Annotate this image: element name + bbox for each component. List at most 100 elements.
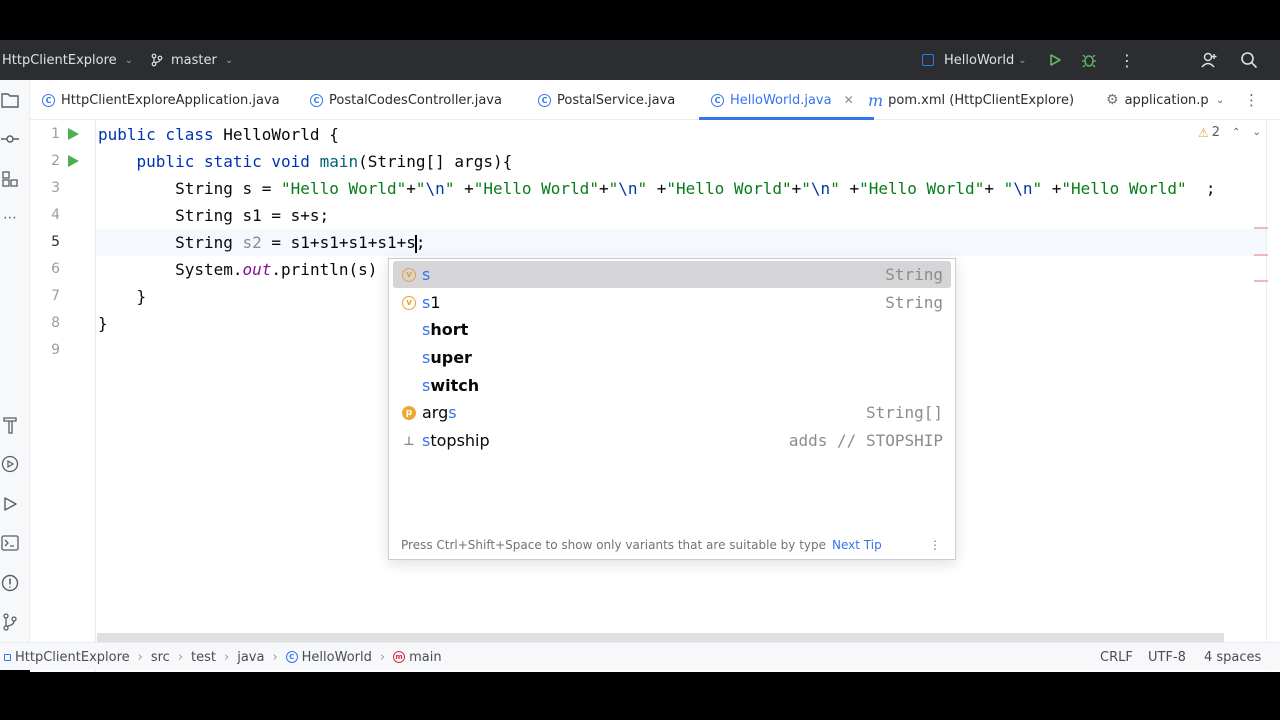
line-number: 7 bbox=[51, 288, 60, 304]
method-icon: m bbox=[393, 651, 406, 663]
close-icon[interactable]: ✕ bbox=[844, 93, 854, 107]
tab-label: PostalCodesController.java bbox=[329, 92, 502, 108]
code-with-me-button[interactable] bbox=[1200, 40, 1218, 80]
completion-options-button[interactable]: ⋮ bbox=[929, 538, 941, 552]
branch-selector[interactable]: master ⌄ bbox=[150, 40, 233, 80]
chevron-up-icon[interactable]: ⌃ bbox=[1232, 127, 1240, 138]
config-icon bbox=[922, 54, 934, 66]
tab-pom-xml[interactable]: m pom.xml (HttpClientExplore) bbox=[868, 80, 1074, 120]
variable-icon: v bbox=[402, 267, 416, 282]
bug-icon bbox=[1082, 54, 1096, 68]
commit-icon[interactable] bbox=[0, 129, 20, 149]
line-number: 8 bbox=[51, 315, 60, 331]
line-number: 2 bbox=[51, 153, 60, 169]
class-icon: C bbox=[310, 93, 323, 107]
text-caret bbox=[414, 234, 417, 253]
run-icon bbox=[1050, 54, 1061, 66]
breadcrumb-item[interactable]: HttpClientExplore bbox=[15, 650, 130, 665]
status-bar: HttpClientExplore › src › test › java › … bbox=[0, 642, 1280, 670]
code-line-6: System.out.println(s) bbox=[98, 260, 378, 279]
search-button[interactable] bbox=[1240, 40, 1258, 80]
breadcrumb-item[interactable]: src bbox=[151, 650, 170, 665]
breadcrumb-item[interactable]: main bbox=[409, 650, 441, 665]
code-line-4: String s1 = s+s; bbox=[98, 206, 330, 225]
completion-rest: uper bbox=[430, 348, 472, 367]
completion-item-s[interactable]: v s String bbox=[393, 261, 951, 288]
tabs-more-button[interactable]: ⋮ bbox=[1244, 80, 1259, 120]
build-hammer-icon[interactable] bbox=[0, 415, 20, 435]
debug-button[interactable] bbox=[1081, 40, 1097, 80]
completion-rest: topship bbox=[430, 431, 490, 450]
code-line-8: } bbox=[98, 314, 108, 333]
breadcrumb-item[interactable]: HelloWorld bbox=[302, 650, 372, 665]
branch-name: master bbox=[171, 52, 217, 68]
completion-match: s bbox=[448, 403, 457, 422]
search-icon bbox=[1241, 52, 1258, 69]
tab-application-properties[interactable]: ⚙ application.p bbox=[1106, 80, 1209, 120]
gear-icon: ⚙ bbox=[1106, 92, 1119, 108]
completion-tip: Press Ctrl+Shift+Space to show only vari… bbox=[401, 538, 882, 552]
more-tools-icon[interactable]: ⋯ bbox=[0, 208, 20, 228]
tab-label: HelloWorld.java bbox=[730, 92, 832, 108]
tab-helloworld[interactable]: C HelloWorld.java ✕ bbox=[699, 80, 874, 120]
completion-item-short[interactable]: short bbox=[393, 316, 951, 343]
line-number: 5 bbox=[51, 234, 60, 250]
completion-type: String[] bbox=[865, 403, 943, 422]
tabs-dropdown-button[interactable]: ⌄ bbox=[1216, 80, 1224, 120]
more-actions-button[interactable]: ⋮ bbox=[1119, 40, 1135, 80]
editor-tabs: C HttpClientExploreApplication.java C Po… bbox=[30, 80, 1280, 120]
tab-label: HttpClientExploreApplication.java bbox=[61, 92, 280, 108]
run-gutter-icon[interactable] bbox=[68, 155, 79, 167]
error-stripe-mark[interactable] bbox=[1254, 227, 1268, 229]
variable-icon: v bbox=[402, 295, 416, 310]
tab-httpclientexploreapplication[interactable]: C HttpClientExploreApplication.java bbox=[42, 80, 280, 120]
chevron-right-icon: › bbox=[224, 649, 230, 665]
project-folder-icon[interactable] bbox=[0, 90, 20, 110]
encoding-selector[interactable]: UTF-8 bbox=[1148, 643, 1186, 671]
chevron-down-icon[interactable]: ⌄ bbox=[1252, 127, 1260, 138]
class-icon: C bbox=[711, 93, 724, 107]
completion-item-stopship[interactable]: ⊥ stopship adds // STOPSHIP bbox=[393, 427, 951, 454]
add-user-icon bbox=[1201, 52, 1217, 68]
tab-label: pom.xml (HttpClientExplore) bbox=[888, 92, 1075, 108]
breadcrumb-item[interactable]: test bbox=[191, 650, 216, 665]
completion-type: adds // STOPSHIP bbox=[788, 431, 943, 450]
breadcrumb-item[interactable]: java bbox=[237, 650, 264, 665]
problems-icon[interactable] bbox=[0, 573, 20, 593]
completion-match: s bbox=[422, 265, 431, 284]
structure-icon[interactable] bbox=[0, 169, 20, 189]
line-ending-selector[interactable]: CRLF bbox=[1100, 643, 1133, 671]
services-icon[interactable] bbox=[0, 454, 20, 474]
class-icon: C bbox=[538, 93, 551, 107]
tab-postalcodescontroller[interactable]: C PostalCodesController.java bbox=[310, 80, 502, 120]
completion-item-s1[interactable]: v s1 String bbox=[393, 289, 951, 316]
completion-item-switch[interactable]: switch bbox=[393, 372, 951, 399]
completion-rest: hort bbox=[430, 320, 469, 339]
run-gutter-icon[interactable] bbox=[68, 128, 79, 140]
indent-selector[interactable]: 4 spaces bbox=[1204, 643, 1261, 671]
code-line-7: } bbox=[98, 287, 147, 306]
line-number: 3 bbox=[51, 180, 60, 196]
error-stripe-mark[interactable] bbox=[1254, 254, 1268, 256]
code-completion-popup: v s String v s1 String short super switc… bbox=[388, 258, 956, 560]
breadcrumb: HttpClientExplore › src › test › java › … bbox=[4, 643, 442, 671]
run-button[interactable] bbox=[1048, 40, 1062, 80]
run-tool-icon[interactable] bbox=[0, 494, 20, 514]
tab-postalservice[interactable]: C PostalService.java bbox=[538, 80, 675, 120]
completion-rest: 1 bbox=[430, 293, 441, 312]
run-config-selector[interactable]: HelloWorld ⌄ bbox=[922, 40, 1027, 80]
module-icon bbox=[4, 653, 11, 661]
more-vertical-icon: ⋮ bbox=[1244, 91, 1259, 109]
class-icon: C bbox=[285, 651, 298, 663]
completion-item-super[interactable]: super bbox=[393, 344, 951, 371]
inspection-widget[interactable]: ⚠ 2 ⌃ ⌄ bbox=[1198, 125, 1261, 140]
git-icon[interactable] bbox=[0, 612, 20, 632]
warnings-count: 2 bbox=[1211, 125, 1221, 140]
line-number: 9 bbox=[51, 342, 60, 358]
next-tip-link[interactable]: Next Tip bbox=[832, 538, 882, 552]
project-selector[interactable]: HttpClientExplore ⌄ bbox=[2, 40, 133, 80]
terminal-icon[interactable] bbox=[0, 533, 20, 553]
chevron-down-icon: ⌄ bbox=[1018, 54, 1027, 66]
completion-item-args[interactable]: p args String[] bbox=[393, 399, 951, 426]
error-stripe-mark[interactable] bbox=[1254, 280, 1268, 282]
